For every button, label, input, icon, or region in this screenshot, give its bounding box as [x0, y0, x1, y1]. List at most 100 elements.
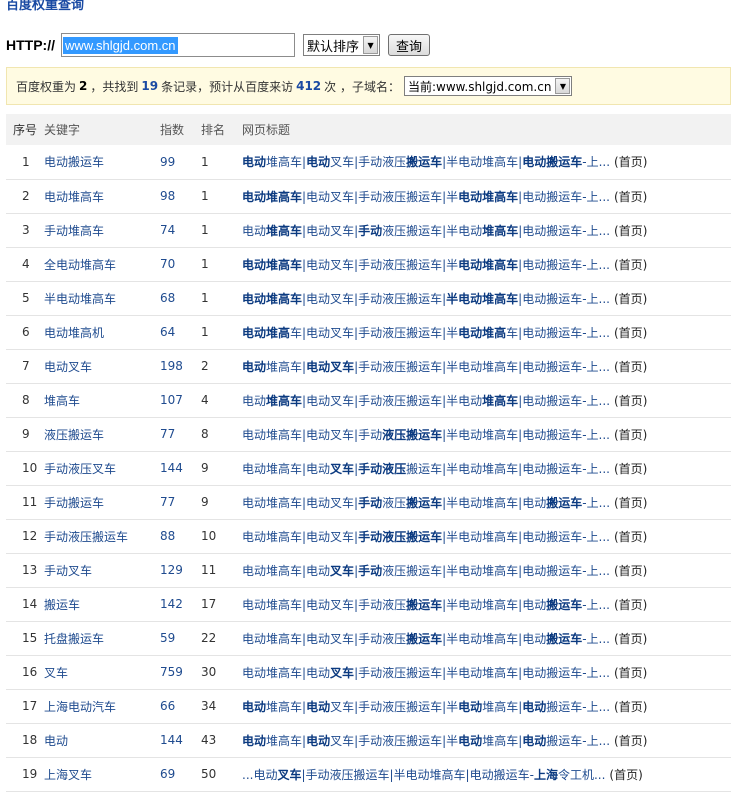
index-link[interactable]: 59 [160, 621, 201, 655]
home-label: (首页) [614, 631, 648, 646]
index-link[interactable]: 69 [160, 757, 201, 791]
title-cell: 电动堆高车|电动叉车|手动液压搬运车|半电动堆高车|电动搬运车-上... (首页) [242, 655, 731, 689]
page-title-link[interactable]: 电动堆高车|电动叉车|手动液压搬运车|半电动堆高车|电动搬运车-上... [242, 394, 610, 408]
keyword-link[interactable]: 电动 [44, 723, 160, 757]
page-title-link[interactable]: 电动堆高车|电动叉车|手动液压搬运车|半电动堆高车|电动搬运车-上... [242, 564, 610, 578]
keyword-link[interactable]: 半电动堆高车 [44, 281, 160, 315]
keyword-link[interactable]: 电动堆高车 [44, 179, 160, 213]
index-link[interactable]: 70 [160, 247, 201, 281]
keyword-link[interactable]: 堆高车 [44, 383, 160, 417]
index-link[interactable]: 77 [160, 485, 201, 519]
title-cell: 电动堆高车|电动叉车|手动液压搬运车|半电动堆高车|电动搬运车-上... (首页) [242, 519, 731, 553]
keyword-link[interactable]: 上海叉车 [44, 757, 160, 791]
rank-value: 1 [201, 223, 209, 237]
page-title-link[interactable]: 电动堆高车|电动叉车|手动液压搬运车|半电动堆高车|电动搬运车-上... [242, 292, 610, 306]
index-link[interactable]: 88 [160, 519, 201, 553]
page-title-link[interactable]: 电动堆高车|电动叉车|手动液压搬运车|半电动堆高车|电动搬运车-上... [242, 530, 610, 544]
page-title: 百度权重查询 [6, 0, 85, 13]
home-label: (首页) [614, 189, 648, 204]
index-link[interactable]: 144 [160, 451, 201, 485]
keyword-link[interactable]: 液压搬运车 [44, 417, 160, 451]
header-title: 网页标题 [242, 123, 291, 137]
index-link[interactable]: 759 [160, 655, 201, 689]
url-value: www.shlgjd.com.cn [63, 36, 178, 54]
row-number: 14 [22, 597, 38, 611]
index-link[interactable]: 144 [160, 723, 201, 757]
keyword-link[interactable]: 上海电动汽车 [44, 689, 160, 723]
page-title-link[interactable]: 电动堆高车|电动叉车|手动液压搬运车|半电动堆高车|电动搬运车-上... [242, 734, 610, 748]
index-link[interactable]: 64 [160, 315, 201, 349]
index-link[interactable]: 98 [160, 179, 201, 213]
http-label: HTTP:// [6, 37, 55, 53]
index-link[interactable]: 142 [160, 587, 201, 621]
title-cell: 电动堆高车|电动叉车|手动液压搬运车|半电动堆高车|电动搬运车-上... (首页) [242, 213, 731, 247]
table-row: 16 叉车 759 30 电动堆高车|电动叉车|手动液压搬运车|半电动堆高车|电动搬运车… [6, 655, 731, 689]
home-label: (首页) [614, 155, 648, 170]
index-link[interactable]: 198 [160, 349, 201, 383]
keyword-link[interactable]: 手动堆高车 [44, 213, 160, 247]
title-cell: 电动堆高车|电动叉车|手动液压搬运车|半电动堆高车|电动搬运车-上... (首页) [242, 485, 731, 519]
keyword-link[interactable]: 手动叉车 [44, 553, 160, 587]
keyword-link[interactable]: 叉车 [44, 655, 160, 689]
results-table: 序号 关键字 指数 排名 网页标题 1 电动搬运车 99 1 电动堆高车|电动叉车|手动… [6, 114, 731, 792]
page-title-link[interactable]: 电动堆高车|电动叉车|手动液压搬运车|半电动堆高车|电动搬运车-上... [242, 632, 610, 646]
index-link[interactable]: 66 [160, 689, 201, 723]
sort-select[interactable]: 默认排序 ▼ [303, 34, 381, 56]
row-number: 13 [22, 563, 38, 577]
table-row: 14 搬运车 142 17 电动堆高车|电动叉车|手动液压搬运车|半电动堆高车|电动搬运… [6, 587, 731, 621]
keyword-link[interactable]: 手动液压叉车 [44, 451, 160, 485]
index-link[interactable]: 77 [160, 417, 201, 451]
home-label: (首页) [614, 461, 648, 476]
keyword-link[interactable]: 电动堆高机 [44, 315, 160, 349]
keyword-link[interactable]: 托盘搬运车 [44, 621, 160, 655]
page-title-link[interactable]: 电动堆高车|电动叉车|手动液压搬运车|半电动堆高车|电动搬运车-上... [242, 598, 610, 612]
index-link[interactable]: 107 [160, 383, 201, 417]
index-link[interactable]: 74 [160, 213, 201, 247]
keyword-link[interactable]: 手动搬运车 [44, 485, 160, 519]
page-title-link[interactable]: 电动堆高车|电动叉车|手动液压搬运车|半电动堆高车|电动搬运车-上... [242, 155, 610, 169]
keyword-link[interactable]: 全电动堆高车 [44, 247, 160, 281]
result-summary: 百度权重为 2 ，共找到 19 条记录，预计从百度来访 412 次 ，子域名： … [6, 67, 731, 105]
home-label: (首页) [614, 699, 648, 714]
index-link[interactable]: 129 [160, 553, 201, 587]
url-input[interactable]: www.shlgjd.com.cn [61, 33, 295, 57]
row-number: 7 [22, 359, 30, 373]
table-row: 2 电动堆高车 98 1 电动堆高车|电动叉车|手动液压搬运车|半电动堆高车|电动搬运车… [6, 179, 731, 213]
subdomain-select[interactable]: 当前:www.shlgjd.com.cn ▼ [404, 76, 573, 96]
row-number: 6 [22, 325, 30, 339]
page-title-link[interactable]: 电动堆高车|电动叉车|手动液压搬运车|半电动堆高车|电动搬运车-上... [242, 258, 610, 272]
query-button[interactable]: 查询 [388, 34, 431, 56]
page-title-link[interactable]: 电动堆高车|电动叉车|手动液压搬运车|半电动堆高车|电动搬运车-上... [242, 666, 610, 680]
keyword-link[interactable]: 电动叉车 [44, 349, 160, 383]
rank-value: 4 [201, 393, 209, 407]
table-row: 17 上海电动汽车 66 34 电动堆高车|电动叉车|手动液压搬运车|半电动堆高车|电动… [6, 689, 731, 723]
page-title-link[interactable]: 电动堆高车|电动叉车|手动液压搬运车|半电动堆高车|电动搬运车-上... [242, 428, 610, 442]
page-title-link[interactable]: 电动堆高车|电动叉车|手动液压搬运车|半电动堆高车|电动搬运车-上... [242, 462, 610, 476]
index-link[interactable]: 99 [160, 145, 201, 179]
home-label: (首页) [614, 733, 648, 748]
title-cell: 电动堆高车|电动叉车|手动液压搬运车|半电动堆高车|电动搬运车-上... (首页) [242, 451, 731, 485]
rank-value: 43 [201, 733, 217, 747]
title-cell: 电动堆高车|电动叉车|手动液压搬运车|半电动堆高车|电动搬运车-上... (首页) [242, 553, 731, 587]
row-number: 17 [22, 699, 38, 713]
rank-value: 1 [201, 257, 209, 271]
table-header-row: 序号 关键字 指数 排名 网页标题 [6, 114, 731, 145]
keyword-link[interactable]: 手动液压搬运车 [44, 519, 160, 553]
header-index: 指数 [160, 123, 185, 137]
page-title-link[interactable]: 电动堆高车|电动叉车|手动液压搬运车|半电动堆高车|电动搬运车-上... [242, 190, 610, 204]
table-row: 8 堆高车 107 4 电动堆高车|电动叉车|手动液压搬运车|半电动堆高车|电动搬运车-… [6, 383, 731, 417]
keyword-link[interactable]: 电动搬运车 [44, 145, 160, 179]
page-title-link[interactable]: 电动堆高车|电动叉车|手动液压搬运车|半电动堆高车|电动搬运车-上... [242, 360, 610, 374]
subdomain-select-value: 当前:www.shlgjd.com.cn [408, 79, 552, 94]
page-title-link[interactable]: 电动堆高车|电动叉车|手动液压搬运车|半电动堆高车|电动搬运车-上... [242, 496, 610, 510]
page-title-link[interactable]: 电动堆高车|电动叉车|手动液压搬运车|半电动堆高车|电动搬运车-上... [242, 326, 610, 340]
index-link[interactable]: 68 [160, 281, 201, 315]
page-title-link[interactable]: 电动堆高车|电动叉车|手动液压搬运车|半电动堆高车|电动搬运车-上... [242, 700, 610, 714]
page-title-link[interactable]: 电动堆高车|电动叉车|手动液压搬运车|半电动堆高车|电动搬运车-上... [242, 224, 610, 238]
keyword-link[interactable]: 搬运车 [44, 587, 160, 621]
page-title-link[interactable]: ...电动叉车|手动液压搬运车|半电动堆高车|电动搬运车-上海令工机... [242, 768, 605, 782]
title-cell: 电动堆高车|电动叉车|手动液压搬运车|半电动堆高车|电动搬运车-上... (首页) [242, 587, 731, 621]
row-number: 18 [22, 733, 38, 747]
row-number: 19 [22, 767, 38, 781]
table-row: 13 手动叉车 129 11 电动堆高车|电动叉车|手动液压搬运车|半电动堆高车|电动搬… [6, 553, 731, 587]
